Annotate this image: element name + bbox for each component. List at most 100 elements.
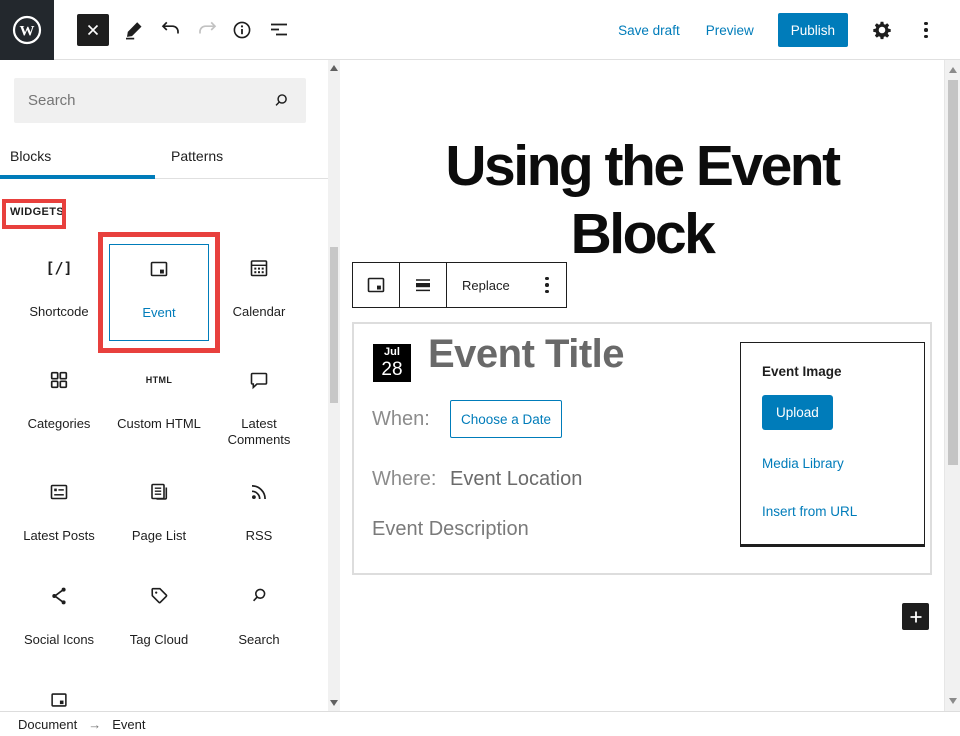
options-menu-button[interactable] xyxy=(914,18,938,42)
event-date-month: Jul xyxy=(384,347,400,358)
list-view-button[interactable] xyxy=(267,18,291,42)
publish-button[interactable]: Publish xyxy=(778,13,848,47)
breadcrumb-arrow-icon: → xyxy=(88,717,101,732)
breadcrumb-event[interactable]: Event xyxy=(112,717,145,732)
add-block-button[interactable] xyxy=(902,603,929,630)
event-block[interactable]: Jul 28 Event Title When: Choose a Date W… xyxy=(352,322,932,575)
block-tile-shortcode[interactable]: [/] Shortcode xyxy=(9,242,109,320)
block-tile-custom-html[interactable]: HTML Custom HTML xyxy=(109,354,209,432)
undo-button[interactable] xyxy=(159,18,183,42)
event-location-placeholder[interactable]: Event Location xyxy=(450,468,582,491)
block-tile-search[interactable]: Search xyxy=(209,570,309,648)
categories-icon xyxy=(47,368,71,392)
widget-block-icon xyxy=(364,273,388,297)
tab-blocks[interactable]: Blocks xyxy=(10,148,51,164)
breadcrumb-bar: Document → Event xyxy=(0,711,960,736)
upload-button[interactable]: Upload xyxy=(762,395,833,430)
settings-gear-button[interactable] xyxy=(870,18,894,42)
widgets-section-label: WIDGETS xyxy=(10,206,64,218)
widget-icon xyxy=(147,257,171,281)
edit-mode-button[interactable] xyxy=(122,18,146,42)
sidebar-scrollbar[interactable] xyxy=(328,60,340,711)
wordpress-block-editor: W xyxy=(0,0,960,736)
info-icon xyxy=(230,18,254,42)
scroll-down-arrow[interactable] xyxy=(949,698,957,704)
post-title[interactable]: Using the Event Block xyxy=(340,132,944,268)
list-view-icon xyxy=(267,18,291,42)
search-icon xyxy=(270,90,292,112)
editor-canvas[interactable]: Using the Event Block Replace Ju xyxy=(340,60,944,711)
search-block-icon xyxy=(247,584,271,608)
block-inserter-sidebar: Blocks Patterns WIDGETS [/] Shortcode Ev… xyxy=(0,60,340,711)
when-label: When: xyxy=(372,408,430,431)
redo-button[interactable] xyxy=(195,18,219,42)
where-label: Where: xyxy=(372,468,436,491)
calendar-icon xyxy=(247,256,271,280)
kebab-menu-icon xyxy=(924,22,928,39)
gear-icon xyxy=(871,19,893,41)
comment-icon xyxy=(247,368,271,392)
block-search-box xyxy=(14,78,306,123)
block-tile-latest-posts[interactable]: Latest Posts xyxy=(9,466,109,544)
html-icon: HTML xyxy=(146,368,173,392)
block-search-input[interactable] xyxy=(14,92,270,109)
breadcrumb-document[interactable]: Document xyxy=(18,717,77,732)
partial-widget-icon xyxy=(48,689,70,711)
block-type-button[interactable] xyxy=(353,263,400,307)
latest-posts-icon xyxy=(47,480,71,504)
tab-patterns[interactable]: Patterns xyxy=(171,148,223,164)
wordpress-logo-button[interactable]: W xyxy=(0,0,54,60)
block-tile-calendar[interactable]: Calendar xyxy=(209,242,309,320)
header-actions: Save draft Preview Publish xyxy=(618,0,938,60)
scroll-up-arrow[interactable] xyxy=(949,67,957,73)
save-draft-button[interactable]: Save draft xyxy=(618,23,680,38)
editor-header: W xyxy=(0,0,960,60)
align-icon xyxy=(411,273,435,297)
block-options-button[interactable] xyxy=(528,263,566,307)
event-image-panel: Event Image Upload Media Library Insert … xyxy=(740,342,925,547)
replace-button[interactable]: Replace xyxy=(447,263,528,307)
block-tile-event[interactable]: Event xyxy=(109,244,209,341)
post-title-line-2: Block xyxy=(340,200,944,268)
share-icon xyxy=(47,584,71,608)
event-title-placeholder[interactable]: Event Title xyxy=(428,332,624,377)
event-description-placeholder[interactable]: Event Description xyxy=(372,518,529,541)
media-library-link[interactable]: Media Library xyxy=(762,456,844,471)
svg-text:W: W xyxy=(20,24,35,40)
event-date-badge: Jul 28 xyxy=(373,344,411,382)
event-date-day: 28 xyxy=(381,360,402,379)
page-list-icon xyxy=(147,480,171,504)
block-tile-social-icons[interactable]: Social Icons xyxy=(9,570,109,648)
event-image-title: Event Image xyxy=(762,364,842,379)
choose-date-button[interactable]: Choose a Date xyxy=(450,400,562,438)
block-tile-categories[interactable]: Categories xyxy=(9,354,109,432)
redo-icon xyxy=(195,18,219,42)
block-tile-latest-comments[interactable]: Latest Comments xyxy=(209,354,309,448)
block-tile-tag-cloud[interactable]: Tag Cloud xyxy=(109,570,209,648)
shortcode-icon: [/] xyxy=(45,256,72,280)
sidebar-scrollbar-thumb[interactable] xyxy=(330,247,338,403)
block-tile-page-list[interactable]: Page List xyxy=(109,466,209,544)
insert-from-url-link[interactable]: Insert from URL xyxy=(762,504,857,519)
close-icon xyxy=(85,22,101,38)
post-title-line-1: Using the Event xyxy=(340,132,944,200)
scroll-down-arrow[interactable] xyxy=(330,700,338,706)
undo-icon xyxy=(159,18,183,42)
align-button[interactable] xyxy=(400,263,447,307)
close-inserter-button[interactable] xyxy=(77,14,109,46)
rss-icon xyxy=(247,480,271,504)
preview-button[interactable]: Preview xyxy=(706,23,754,38)
block-tile-rss[interactable]: RSS xyxy=(209,466,309,544)
kebab-menu-icon xyxy=(545,277,549,294)
info-button[interactable] xyxy=(230,18,254,42)
tag-icon xyxy=(147,584,171,608)
plus-icon xyxy=(908,609,924,625)
canvas-scrollbar[interactable] xyxy=(944,60,960,711)
block-toolbar: Replace xyxy=(352,262,567,308)
scroll-up-arrow[interactable] xyxy=(330,65,338,71)
wordpress-icon: W xyxy=(10,13,44,47)
canvas-scrollbar-thumb[interactable] xyxy=(948,80,958,465)
active-tab-indicator xyxy=(0,175,155,179)
pencil-icon xyxy=(122,18,146,42)
inserter-tabs: Blocks Patterns xyxy=(0,140,328,179)
